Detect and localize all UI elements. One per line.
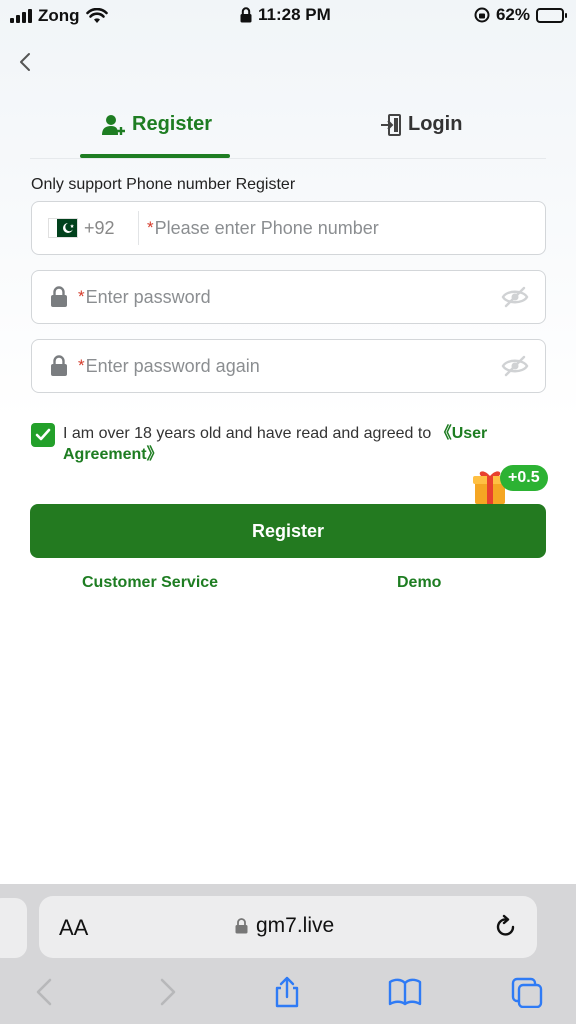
url-text: gm7.live: [256, 914, 335, 937]
cellular-signal-icon: [10, 9, 32, 23]
password-again-input[interactable]: Enter password again: [86, 356, 260, 377]
eye-off-icon[interactable]: [501, 354, 529, 378]
back-chevron-icon[interactable]: [14, 50, 38, 74]
status-left: Zong: [10, 6, 108, 26]
wifi-icon: [85, 8, 108, 23]
share-icon[interactable]: [270, 976, 304, 1008]
battery-icon: [536, 7, 567, 23]
add-user-icon: [102, 114, 125, 135]
clock: 11:28 PM: [258, 5, 331, 24]
active-tab-indicator: [80, 154, 230, 158]
required-mark: *: [78, 287, 85, 306]
eye-off-icon[interactable]: [501, 285, 529, 309]
password-field[interactable]: * Enter password: [31, 270, 546, 324]
previous-tab-preview[interactable]: [0, 898, 27, 958]
status-bar: Zong 11:28 PM 62%: [0, 0, 576, 30]
checkmark-icon: [35, 428, 51, 441]
field-divider: [138, 211, 139, 245]
back-nav-icon[interactable]: [30, 976, 64, 1008]
bookmarks-icon[interactable]: [388, 976, 422, 1008]
agreement-checkbox[interactable]: [31, 423, 55, 447]
demo-link[interactable]: Demo: [397, 574, 441, 592]
tab-register-label: Register: [132, 113, 213, 135]
agreement-statement: I am over 18 years old and have read and…: [63, 425, 436, 442]
address-bar[interactable]: AA gm7.live: [39, 896, 537, 958]
url-display[interactable]: gm7.live: [235, 914, 334, 938]
tabs-icon[interactable]: [510, 976, 544, 1008]
tab-login[interactable]: Login: [380, 113, 462, 136]
bonus-badge: +0.5: [500, 465, 548, 491]
auth-tabs: Register Login: [30, 105, 546, 159]
register-button[interactable]: Register: [30, 504, 546, 558]
lock-icon: [240, 7, 252, 23]
required-mark: *: [147, 218, 154, 237]
country-code[interactable]: +92: [84, 218, 138, 239]
lock-icon: [235, 918, 248, 934]
phone-field[interactable]: +92 * Please enter Phone number: [31, 201, 546, 255]
tab-register[interactable]: Register: [102, 113, 212, 136]
forward-nav-icon[interactable]: [150, 976, 184, 1008]
agreement-row: I am over 18 years old and have read and…: [31, 423, 551, 465]
required-mark: *: [78, 356, 85, 375]
reload-icon[interactable]: [493, 914, 519, 940]
phone-input[interactable]: Please enter Phone number: [155, 218, 379, 239]
orientation-lock-icon: [474, 7, 490, 23]
password-input[interactable]: Enter password: [86, 287, 211, 308]
carrier-name: Zong: [38, 6, 80, 25]
agreement-text: I am over 18 years old and have read and…: [63, 423, 551, 465]
tab-login-label: Login: [408, 113, 463, 135]
lock-icon: [51, 286, 67, 307]
password-again-field[interactable]: * Enter password again: [31, 339, 546, 393]
reader-settings-button[interactable]: AA: [59, 915, 88, 941]
browser-toolbar: AA gm7.live: [0, 884, 576, 1024]
customer-service-link[interactable]: Customer Service: [82, 574, 218, 592]
battery-percent: 62%: [495, 5, 530, 24]
login-door-icon: [381, 113, 401, 136]
status-right: 62%: [474, 5, 567, 25]
status-center: 11:28 PM: [240, 5, 331, 25]
register-hint: Only support Phone number Register: [31, 176, 296, 193]
pakistan-flag-icon: [48, 218, 78, 238]
lock-icon: [51, 355, 67, 376]
